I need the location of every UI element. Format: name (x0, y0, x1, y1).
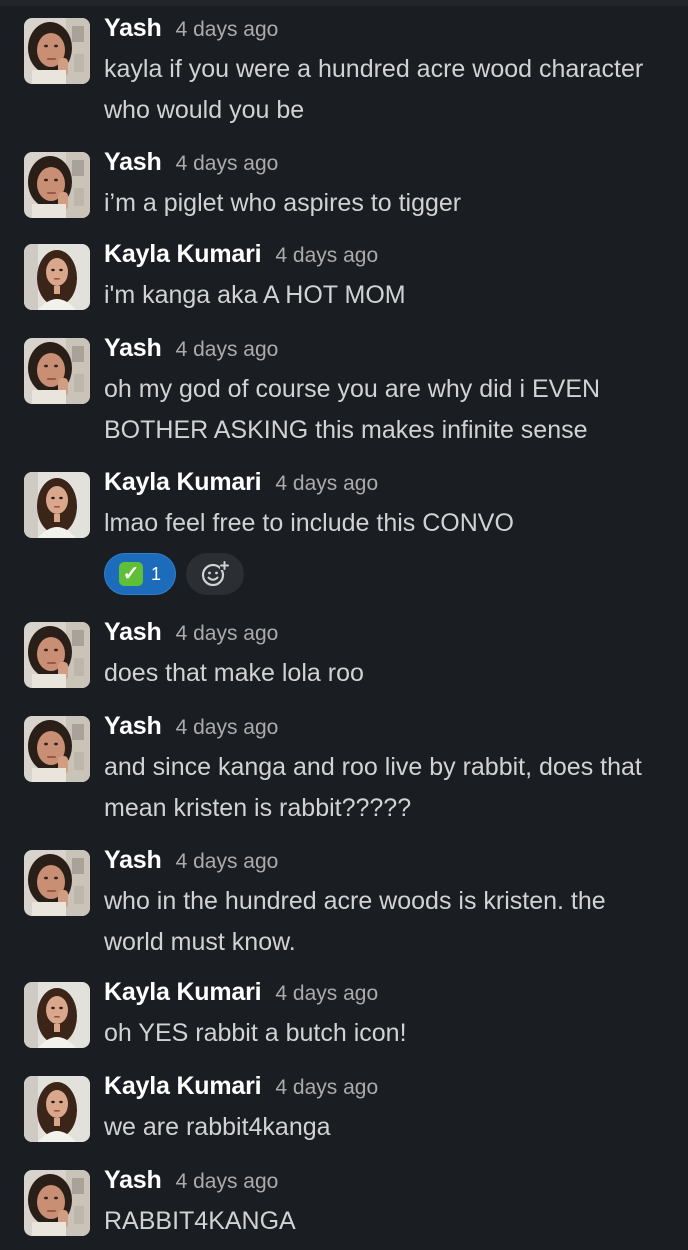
message-content: Yash 4 days ago RABBIT4KANGA (104, 1166, 684, 1241)
message-header: Kayla Kumari 4 days ago (104, 1072, 684, 1106)
message-timestamp[interactable]: 4 days ago (176, 622, 279, 646)
author-name[interactable]: Yash (104, 334, 162, 363)
author-name[interactable]: Yash (104, 618, 162, 647)
message-header: Kayla Kumari 4 days ago (104, 240, 684, 274)
message-header: Kayla Kumari 4 days ago (104, 468, 684, 502)
message-header: Yash 4 days ago (104, 1166, 684, 1200)
reaction-pill[interactable]: ✓ 1 (104, 553, 176, 595)
message-body: i’m a piglet who aspires to tigger (104, 183, 684, 223)
message-timestamp[interactable]: 4 days ago (176, 152, 279, 176)
message-body: i'm kanga aka A HOT MOM (104, 275, 684, 315)
reaction-count: 1 (150, 563, 161, 584)
message-body: kayla if you were a hundred acre wood ch… (104, 49, 684, 130)
message-text-line: lmao feel free to include this CONVO (104, 509, 514, 537)
author-name[interactable]: Kayla Kumari (104, 978, 262, 1007)
message-body: who in the hundred acre woods is kristen… (104, 881, 684, 962)
message-header: Yash 4 days ago (104, 846, 684, 880)
yash-avatar[interactable] (24, 716, 90, 782)
message-body: and since kanga and roo live by rabbit, … (104, 747, 684, 828)
message-text-line: we are rabbit4kanga (104, 1113, 331, 1141)
message-text-line: oh my god of course you are why did i EV… (104, 375, 601, 403)
message-timestamp[interactable]: 4 days ago (176, 18, 279, 42)
message-content: Yash 4 days ago who in the hundred acre … (104, 846, 684, 962)
message-text-line: who in the hundred acre woods is kristen… (104, 887, 606, 915)
message-body: does that make lola roo (104, 653, 684, 693)
message-content: Yash 4 days ago oh my god of course you … (104, 334, 684, 450)
author-name[interactable]: Yash (104, 712, 162, 741)
kayla-avatar[interactable] (24, 982, 90, 1048)
message-text-line: world must know. (104, 928, 296, 956)
author-name[interactable]: Yash (104, 148, 162, 177)
message-header: Yash 4 days ago (104, 148, 684, 182)
message-body: we are rabbit4kanga (104, 1107, 684, 1147)
message-content: Yash 4 days ago and since kanga and roo … (104, 712, 684, 828)
message-content: Kayla Kumari 4 days ago lmao feel free t… (104, 468, 684, 595)
message-content: Yash 4 days ago kayla if you were a hund… (104, 14, 684, 130)
message-body: oh YES rabbit a butch icon! (104, 1013, 684, 1053)
message-content: Kayla Kumari 4 days ago i'm kanga aka A … (104, 240, 684, 315)
yash-avatar[interactable] (24, 18, 90, 84)
message-text-line: i’m a piglet who aspires to tigger (104, 189, 462, 217)
author-name[interactable]: Kayla Kumari (104, 1072, 262, 1101)
message-timestamp[interactable]: 4 days ago (176, 716, 279, 740)
message-text-line: i'm kanga aka A HOT MOM (104, 281, 406, 309)
kayla-avatar[interactable] (24, 472, 90, 538)
message-content: Kayla Kumari 4 days ago oh YES rabbit a … (104, 978, 684, 1053)
yash-avatar[interactable] (24, 850, 90, 916)
add-reaction-button[interactable] (186, 553, 244, 595)
message-content: Yash 4 days ago does that make lola roo (104, 618, 684, 693)
message-timestamp[interactable]: 4 days ago (176, 338, 279, 362)
message-timestamp[interactable]: 4 days ago (275, 244, 378, 268)
yash-avatar[interactable] (24, 152, 90, 218)
author-name[interactable]: Yash (104, 14, 162, 43)
message-timestamp[interactable]: 4 days ago (176, 850, 279, 874)
author-name[interactable]: Kayla Kumari (104, 240, 262, 269)
message-timestamp[interactable]: 4 days ago (176, 1170, 279, 1194)
yash-avatar[interactable] (24, 338, 90, 404)
message-content: Yash 4 days ago i’m a piglet who aspires… (104, 148, 684, 223)
message-timestamp[interactable]: 4 days ago (275, 472, 378, 496)
yash-avatar[interactable] (24, 1170, 90, 1236)
message-text-line: who would you be (104, 96, 305, 124)
message-text-line: RABBIT4KANGA (104, 1207, 296, 1235)
kayla-avatar[interactable] (24, 1076, 90, 1142)
message-text-line: and since kanga and roo live by rabbit, … (104, 753, 642, 781)
message-header: Yash 4 days ago (104, 712, 684, 746)
message-header: Kayla Kumari 4 days ago (104, 978, 684, 1012)
author-name[interactable]: Yash (104, 846, 162, 875)
yash-avatar[interactable] (24, 622, 90, 688)
message-header: Yash 4 days ago (104, 14, 684, 48)
message-timestamp[interactable]: 4 days ago (275, 982, 378, 1006)
message-text-line: mean kristen is rabbit????? (104, 794, 412, 822)
message-text-line: does that make lola roo (104, 659, 364, 687)
kayla-avatar[interactable] (24, 244, 90, 310)
message-text-line: kayla if you were a hundred acre wood ch… (104, 55, 644, 83)
message-body: RABBIT4KANGA (104, 1201, 684, 1241)
message-body: oh my god of course you are why did i EV… (104, 369, 684, 450)
white-check-mark-icon: ✓ (118, 562, 143, 586)
author-name[interactable]: Yash (104, 1166, 162, 1195)
message-text-line: BOTHER ASKING this makes infinite sense (104, 416, 588, 444)
message-header: Yash 4 days ago (104, 618, 684, 652)
message-header: Yash 4 days ago (104, 334, 684, 368)
reactions-bar: ✓ 1 (104, 553, 684, 595)
message-timestamp[interactable]: 4 days ago (275, 1076, 378, 1100)
message-content: Kayla Kumari 4 days ago we are rabbit4ka… (104, 1072, 684, 1147)
message-text-line: oh YES rabbit a butch icon! (104, 1019, 407, 1047)
add-emoji-icon (201, 561, 229, 587)
message-body: lmao feel free to include this CONVO (104, 503, 684, 543)
top-bar (0, 0, 688, 6)
author-name[interactable]: Kayla Kumari (104, 468, 262, 497)
